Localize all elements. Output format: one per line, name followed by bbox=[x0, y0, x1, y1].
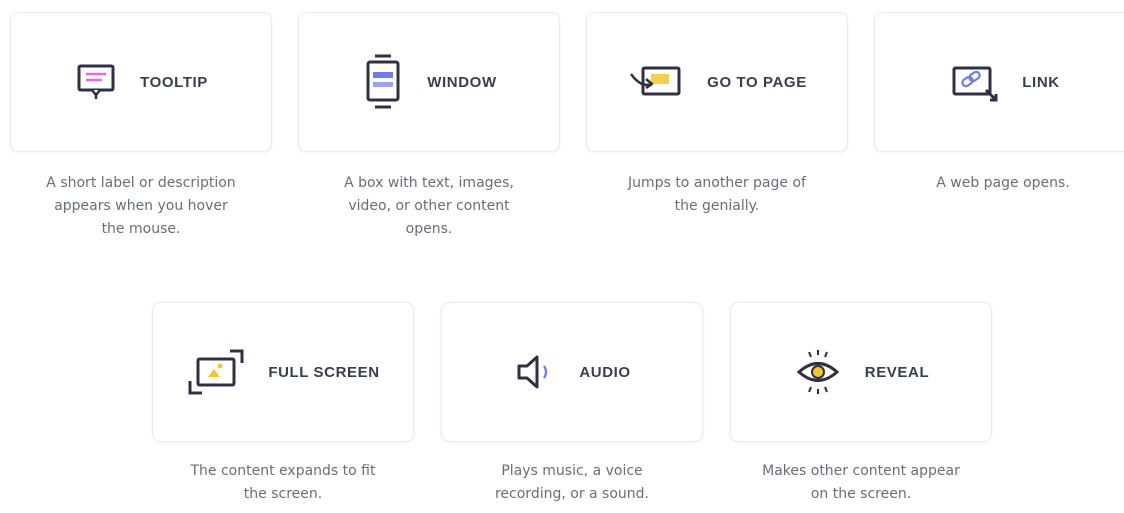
window-description: A box with text, images, video, or other… bbox=[344, 175, 514, 237]
link-description: A web page opens. bbox=[936, 175, 1070, 191]
full-screen-title: FULL SCREEN bbox=[268, 363, 380, 381]
link-title: LINK bbox=[1022, 73, 1060, 91]
audio-title: AUDIO bbox=[579, 363, 631, 381]
audio-description: Plays music, a voice recording, or a sou… bbox=[494, 463, 649, 502]
reveal-card[interactable]: REVEAL bbox=[730, 302, 992, 442]
tooltip-icon bbox=[74, 60, 118, 104]
full-screen-icon bbox=[186, 347, 246, 397]
go-to-page-icon bbox=[627, 60, 685, 104]
window-title: WINDOW bbox=[427, 73, 497, 91]
tooltip-card[interactable]: TOOLTIP bbox=[10, 12, 272, 152]
reveal-description: Makes other content appear on the screen… bbox=[762, 463, 960, 502]
full-screen-description: The content expands to fit the screen. bbox=[190, 463, 376, 502]
go-to-page-title: GO TO PAGE bbox=[707, 73, 807, 91]
audio-icon bbox=[513, 352, 557, 392]
full-screen-card[interactable]: FULL SCREEN bbox=[152, 302, 414, 442]
tooltip-title: TOOLTIP bbox=[140, 73, 208, 91]
link-card[interactable]: LINK bbox=[874, 12, 1124, 152]
reveal-title: REVEAL bbox=[864, 363, 930, 381]
tooltip-description: A short label or description appears whe… bbox=[46, 175, 236, 237]
go-to-page-card[interactable]: GO TO PAGE bbox=[586, 12, 848, 152]
window-icon bbox=[361, 52, 405, 112]
link-icon bbox=[950, 60, 1000, 104]
audio-card[interactable]: AUDIO bbox=[441, 302, 703, 442]
reveal-icon bbox=[793, 347, 843, 397]
go-to-page-description: Jumps to another page of the genially. bbox=[628, 175, 806, 214]
window-card[interactable]: WINDOW bbox=[298, 12, 560, 152]
